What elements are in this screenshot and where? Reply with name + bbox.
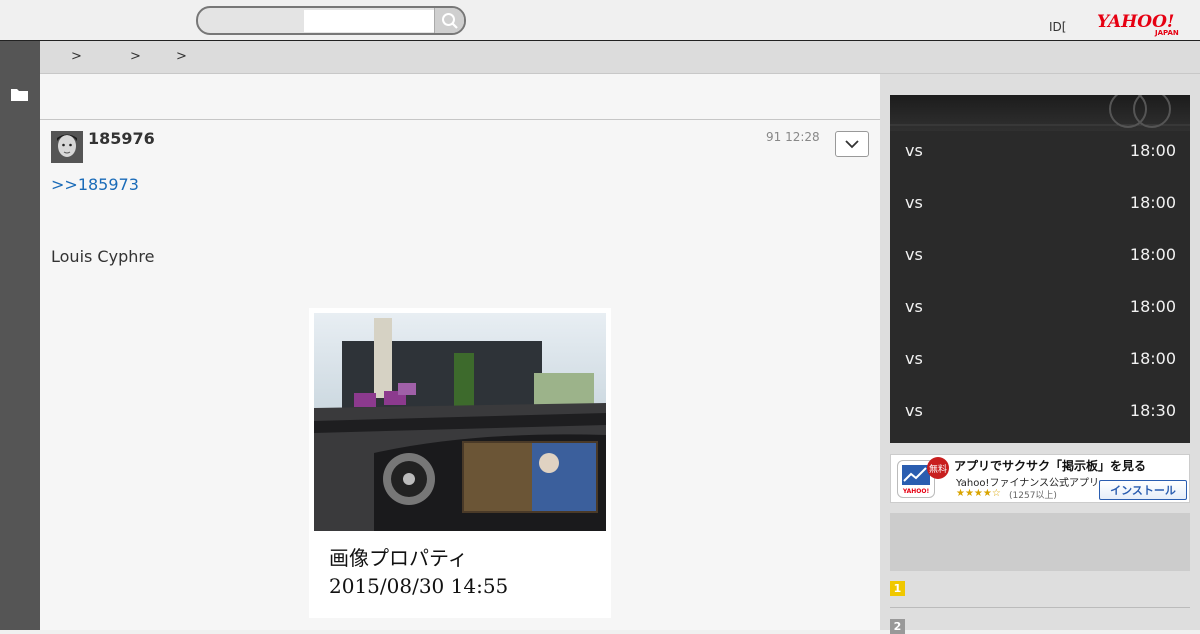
avatar[interactable] <box>51 131 83 163</box>
user-avatar-image <box>51 131 83 163</box>
match-time: 18:00 <box>1129 193 1176 212</box>
id-link[interactable]: ID[ <box>1049 20 1066 34</box>
match-row[interactable]: vs 18:00 <box>890 239 1190 291</box>
ad-placeholder <box>890 513 1190 571</box>
match-time: 18:00 <box>1129 349 1176 368</box>
match-vs: vs <box>905 141 923 160</box>
post-text: Louis Cyphre <box>51 247 155 266</box>
match-time: 18:00 <box>1129 141 1176 160</box>
match-vs: vs <box>905 349 923 368</box>
schedule-header <box>890 95 1190 131</box>
breadcrumb-separator: > <box>130 49 141 64</box>
breadcrumb-separator: > <box>71 49 82 64</box>
game-schedule: vs 18:00 vs 18:00 vs 18:00 vs 18:00 vs 1… <box>890 95 1190 443</box>
match-time: 18:30 <box>1129 401 1176 420</box>
photo-caption-title: 画像プロパティ <box>329 546 468 570</box>
match-row[interactable]: vs 18:30 <box>890 395 1190 447</box>
folder-icon[interactable] <box>11 88 28 101</box>
yahoo-japan-logo[interactable]: YAHOO! JAPAN <box>1097 11 1187 37</box>
right-sidebar: vs 18:00 vs 18:00 vs 18:00 vs 18:00 vs 1… <box>880 74 1200 634</box>
search-box <box>196 6 466 35</box>
match-vs: vs <box>905 193 923 212</box>
top-header: ID[ YAHOO! JAPAN <box>0 0 1200 41</box>
post-number: 185976 <box>88 129 155 148</box>
breadcrumb: > > > <box>40 41 1200 74</box>
rank-badge: 2 <box>890 619 905 634</box>
main-content: 185976 91 12:28 >>185973 Louis Cyphre 画像… <box>40 74 880 630</box>
photo-caption-date: 2015/08/30 14:55 <box>329 574 509 598</box>
rank-badge: 1 <box>890 581 905 596</box>
match-vs: vs <box>905 245 923 264</box>
post-timestamp: 91 12:28 <box>766 130 820 144</box>
free-badge: 無料 <box>927 457 949 479</box>
main-top-area <box>40 74 880 120</box>
ad-title: アプリでサクサク「掲示板」を見る <box>954 459 1147 473</box>
review-count: (1257以上) <box>1009 491 1057 501</box>
post-menu-button[interactable] <box>835 131 869 157</box>
svg-text:JAPAN: JAPAN <box>1154 29 1179 37</box>
chevron-down-icon <box>845 139 859 148</box>
photo-caption: 画像プロパティ 2015/08/30 14:55 <box>329 544 508 600</box>
search-input[interactable] <box>304 10 434 32</box>
reply-link[interactable]: >>185973 <box>51 175 139 194</box>
baseball-decoration <box>890 95 1190 128</box>
search-icon <box>441 12 458 29</box>
app-icon-label: YAHOO! <box>902 488 929 495</box>
match-row[interactable]: vs 18:00 <box>890 343 1190 395</box>
match-row[interactable]: vs 18:00 <box>890 187 1190 239</box>
app-ad-banner[interactable]: YAHOO! 無料 アプリでサクサク「掲示板」を見る Yahoo!ファイナンス公… <box>890 454 1190 503</box>
ad-subtitle: Yahoo!ファイナンス公式アプリ <box>956 478 1100 489</box>
search-button[interactable] <box>434 8 464 33</box>
rating-stars: ★★★★☆ <box>956 488 1001 499</box>
rank-divider <box>890 607 1190 608</box>
post-image[interactable]: 画像プロパティ 2015/08/30 14:55 <box>309 308 611 618</box>
breadcrumb-separator: > <box>176 49 187 64</box>
match-time: 18:00 <box>1129 297 1176 316</box>
install-button[interactable]: インストール <box>1099 480 1187 500</box>
match-time: 18:00 <box>1129 245 1176 264</box>
left-rail <box>0 41 40 630</box>
match-vs: vs <box>905 297 923 316</box>
match-vs: vs <box>905 401 923 420</box>
attached-photo <box>314 313 606 531</box>
match-row[interactable]: vs 18:00 <box>890 291 1190 343</box>
match-row[interactable]: vs 18:00 <box>890 135 1190 187</box>
